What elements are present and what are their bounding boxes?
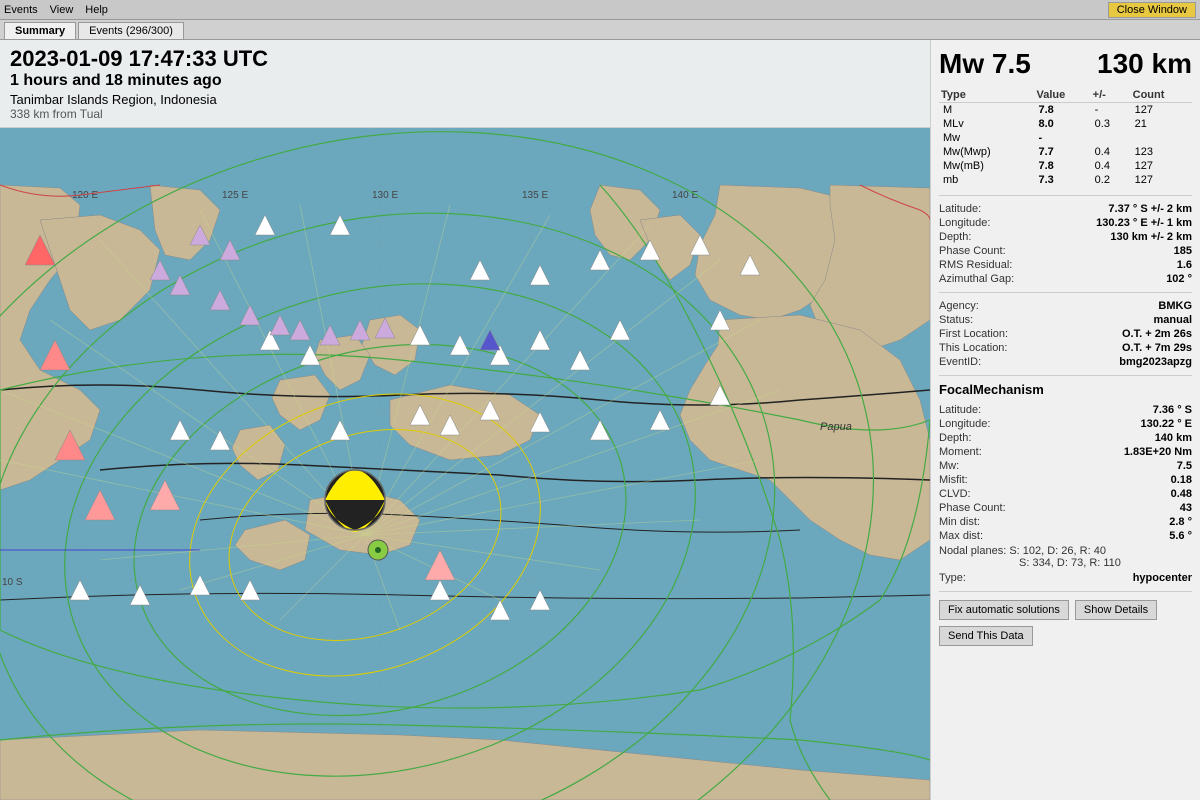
rms-row: RMS Residual: 1.6 [939,258,1192,272]
col-uncertainty: +/- [1091,88,1131,103]
mag-table-row: M7.8-127 [939,103,1192,118]
status-row: Status: manual [939,313,1192,327]
event-time-ago: 1 hours and 18 minutes ago [10,72,920,90]
info-panel: Mw 7.5 130 km Type Value +/- Count M7.8-… [930,40,1200,800]
latitude-row: Latitude: 7.37 ° S +/- 2 km [939,202,1192,216]
show-details-button[interactable]: Show Details [1075,600,1157,620]
svg-text:Papua: Papua [820,421,852,433]
this-location-row: This Location: O.T. + 7m 29s [939,341,1192,355]
focal-depth-row: Depth: 140 km [939,431,1192,445]
col-type: Type [939,88,1035,103]
svg-text:125 E: 125 E [222,190,248,201]
mag-table-row: mb7.30.2127 [939,173,1192,187]
focal-latitude-row: Latitude: 7.36 ° S [939,403,1192,417]
longitude-row: Longitude: 130.23 ° E +/- 1 km [939,216,1192,230]
focal-mw-row: Mw: 7.5 [939,459,1192,473]
focal-type-row: Type: hypocenter [939,571,1192,585]
fix-automatic-button[interactable]: Fix automatic solutions [939,600,1069,620]
svg-text:135 E: 135 E [522,190,548,201]
tab-events[interactable]: Events (296/300) [78,22,184,39]
col-count: Count [1131,88,1192,103]
svg-text:130 E: 130 E [372,190,398,201]
depth-display: 130 km [1097,48,1192,80]
mw-display: Mw 7.5 [939,48,1031,80]
event-id-row: EventID: bmg2023apzg [939,355,1192,369]
magnitude-table: Type Value +/- Count M7.8-127MLv8.00.321… [939,88,1192,187]
mag-table-row: Mw(mB)7.80.4127 [939,159,1192,173]
tab-summary[interactable]: Summary [4,22,76,39]
col-value: Value [1035,88,1091,103]
nodal-planes-row: Nodal planes: S: 102, D: 26, R: 40 S: 33… [939,543,1192,571]
svg-text:140 E: 140 E [672,190,698,201]
focal-moment-row: Moment: 1.83E+20 Nm [939,445,1192,459]
focal-misfit-row: Misfit: 0.18 [939,473,1192,487]
event-datetime: 2023-01-09 17:47:33 UTC [10,46,920,72]
event-region: Tanimbar Islands Region, Indonesia [10,92,920,107]
focal-mechanism-title: FocalMechanism [939,382,1192,397]
first-location-row: First Location: O.T. + 2m 26s [939,327,1192,341]
mag-table-row: MLv8.00.321 [939,117,1192,131]
menu-events[interactable]: Events [4,4,38,16]
menu-view[interactable]: View [50,4,74,16]
focal-phase-count-row: Phase Count: 43 [939,501,1192,515]
focal-longitude-row: Longitude: 130.22 ° E [939,417,1192,431]
menu-help[interactable]: Help [85,4,108,16]
event-distance: 338 km from Tual [10,107,920,121]
mag-table-row: Mw(Mwp)7.70.4123 [939,145,1192,159]
azimuthal-gap-row: Azimuthal Gap: 102 ° [939,272,1192,286]
focal-max-dist-row: Max dist: 5.6 ° [939,529,1192,543]
phase-count-row: Phase Count: 185 [939,244,1192,258]
close-window-button[interactable]: Close Window [1108,2,1196,18]
send-this-data-button[interactable]: Send This Data [939,626,1033,646]
focal-clvd-row: CLVD: 0.48 [939,487,1192,501]
focal-min-dist-row: Min dist: 2.8 ° [939,515,1192,529]
map-view[interactable]: 2023-01-09 17:47:33 UTC 1 hours and 18 m… [0,40,930,800]
svg-text:10 S: 10 S [2,577,23,588]
agency-row: Agency: BMKG [939,299,1192,313]
depth-row: Depth: 130 km +/- 2 km [939,230,1192,244]
mag-table-row: Mw- [939,131,1192,145]
